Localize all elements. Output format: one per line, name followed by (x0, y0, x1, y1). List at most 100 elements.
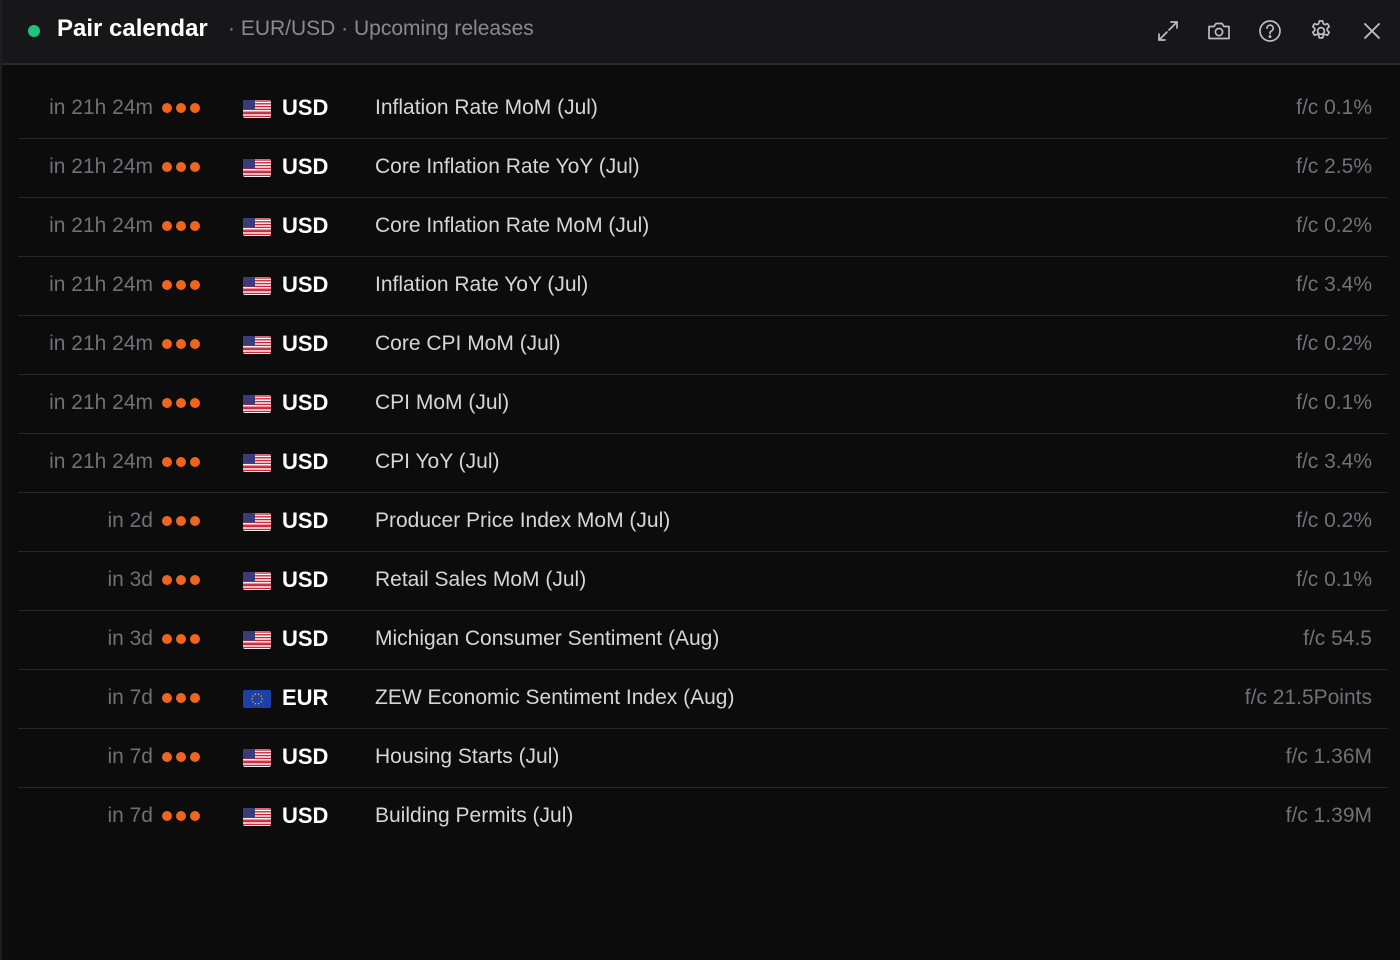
impact-dot (162, 221, 172, 231)
us-flag-icon (243, 808, 271, 826)
event-forecast: f/c 3.4% (1296, 273, 1372, 296)
us-flag-icon (243, 572, 271, 590)
eu-flag-icon (243, 690, 271, 708)
impact-dot (176, 339, 186, 349)
event-forecast: f/c 0.1% (1296, 568, 1372, 591)
currency-code: EUR (282, 685, 329, 710)
impact-indicator (162, 752, 202, 764)
currency-code: USD (282, 508, 329, 533)
currency-code: USD (282, 567, 329, 592)
impact-dot (176, 693, 186, 703)
currency-code: USD (282, 626, 329, 651)
event-forecast: f/c 1.36M (1285, 745, 1372, 768)
event-row[interactable]: in 7d EUR ZEW Economic Sentiment Index (Au… (18, 670, 1388, 729)
impact-dot (176, 398, 186, 408)
event-time: in 7d (107, 745, 153, 768)
event-time: in 3d (107, 627, 153, 650)
event-name: Building Permits (Jul) (375, 804, 574, 827)
impact-dot (176, 280, 186, 290)
event-row[interactable]: in 21h 24m USD CPI MoM (Jul) f/c 0.1% (18, 375, 1388, 434)
event-forecast: f/c 0.1% (1296, 391, 1372, 414)
impact-dot (190, 457, 200, 467)
event-time: in 2d (107, 509, 153, 532)
us-flag-icon (243, 749, 271, 767)
event-row[interactable]: in 7d USD Housing Starts (Jul) f/c 1.36M (18, 729, 1388, 788)
us-flag-icon (243, 159, 271, 177)
event-name: CPI YoY (Jul) (375, 450, 500, 473)
impact-dot (190, 693, 200, 703)
us-flag-icon (243, 336, 271, 354)
event-forecast: f/c 0.2% (1296, 509, 1372, 532)
currency-code: USD (282, 154, 329, 179)
event-row[interactable]: in 3d USD Retail Sales MoM (Jul) f/c 0.1% (18, 552, 1388, 611)
impact-indicator (162, 693, 202, 705)
event-name: CPI MoM (Jul) (375, 391, 510, 414)
event-forecast: f/c 54.5 (1303, 627, 1372, 650)
event-row[interactable]: in 21h 24m USD Core Inflation Rate MoM (Ju… (18, 198, 1388, 257)
event-row[interactable]: in 21h 24m USD Core CPI MoM (Jul) f/c 0.2% (18, 316, 1388, 375)
impact-dot (176, 457, 186, 467)
gear-icon[interactable] (1307, 17, 1335, 45)
event-name: Inflation Rate YoY (Jul) (375, 273, 589, 296)
event-row[interactable]: in 2d USD Producer Price Index MoM (Jul) f/… (18, 493, 1388, 552)
impact-dot (190, 280, 200, 290)
event-row[interactable]: in 21h 24m USD Inflation Rate MoM (Jul) f/c… (18, 80, 1388, 139)
currency-code: USD (282, 744, 329, 769)
impact-dot (162, 811, 172, 821)
event-list: in 21h 24m USD Inflation Rate MoM (Jul) f/c… (18, 80, 1388, 846)
currency-code: USD (282, 272, 329, 297)
us-flag-icon (243, 454, 271, 472)
impact-indicator (162, 811, 202, 823)
impact-dot (162, 398, 172, 408)
impact-dot (176, 103, 186, 113)
event-row[interactable]: in 21h 24m USD CPI YoY (Jul) f/c 3.4% (18, 434, 1388, 493)
us-flag-icon (243, 395, 271, 413)
impact-dot (162, 162, 172, 172)
impact-dot (190, 103, 200, 113)
impact-dot (190, 339, 200, 349)
event-name: Michigan Consumer Sentiment (Aug) (375, 627, 720, 650)
pair-calendar-window: Pair calendar · EUR/USD · Upcoming relea… (0, 0, 1400, 960)
currency-code: USD (282, 331, 329, 356)
event-row[interactable]: in 21h 24m USD Inflation Rate YoY (Jul) f/c… (18, 257, 1388, 316)
window-subtitle: · EUR/USD · Upcoming releases (228, 17, 534, 40)
impact-dot (190, 634, 200, 644)
impact-dot (162, 752, 172, 762)
us-flag-icon (243, 631, 271, 649)
event-time: in 7d (107, 686, 153, 709)
event-name: Inflation Rate MoM (Jul) (375, 96, 598, 119)
event-time: in 21h 24m (49, 155, 153, 178)
impact-dot (162, 634, 172, 644)
camera-icon[interactable] (1205, 17, 1233, 45)
impact-dot (162, 457, 172, 467)
status-dot (28, 25, 40, 37)
window-header: Pair calendar · EUR/USD · Upcoming relea… (2, 0, 1400, 65)
event-name: Retail Sales MoM (Jul) (375, 568, 587, 591)
event-row[interactable]: in 3d USD Michigan Consumer Sentiment (Aug… (18, 611, 1388, 670)
close-icon[interactable] (1358, 17, 1386, 45)
impact-dot (190, 811, 200, 821)
impact-dot (176, 575, 186, 585)
impact-indicator (162, 280, 202, 292)
event-forecast: f/c 2.5% (1296, 155, 1372, 178)
event-row[interactable]: in 7d USD Building Permits (Jul) f/c 1.39M (18, 788, 1388, 846)
impact-dot (176, 634, 186, 644)
impact-indicator (162, 339, 202, 351)
currency-code: USD (282, 449, 329, 474)
event-forecast: f/c 0.2% (1296, 332, 1372, 355)
impact-dot (176, 811, 186, 821)
us-flag-icon (243, 100, 271, 118)
currency-code: USD (282, 803, 329, 828)
event-time: in 21h 24m (49, 96, 153, 119)
event-row[interactable]: in 21h 24m USD Core Inflation Rate YoY (Ju… (18, 139, 1388, 198)
event-time: in 21h 24m (49, 214, 153, 237)
expand-icon[interactable] (1154, 17, 1182, 45)
impact-dot (162, 516, 172, 526)
impact-dot (190, 575, 200, 585)
impact-indicator (162, 575, 202, 587)
event-time: in 21h 24m (49, 273, 153, 296)
event-name: ZEW Economic Sentiment Index (Aug) (375, 686, 735, 709)
help-icon[interactable] (1256, 17, 1284, 45)
impact-indicator (162, 457, 202, 469)
currency-code: USD (282, 213, 329, 238)
